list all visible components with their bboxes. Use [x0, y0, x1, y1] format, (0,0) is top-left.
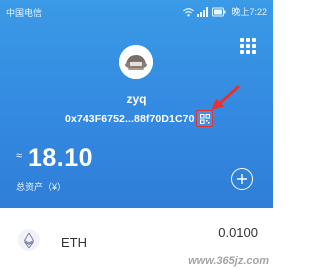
- qr-code-icon: [199, 113, 210, 124]
- qr-code-button[interactable]: [196, 110, 213, 127]
- approx-sign: ≈: [16, 150, 23, 162]
- wifi-icon: [183, 7, 195, 16]
- plus-icon: [237, 174, 247, 184]
- ethereum-icon: [18, 229, 40, 251]
- avatar-image: [119, 45, 153, 79]
- avatar[interactable]: [119, 45, 153, 79]
- total-assets-label: 总资产（¥）: [16, 182, 67, 192]
- grid-menu-icon[interactable]: [240, 38, 256, 54]
- status-bar: 中国电信 晚上7:22: [0, 0, 273, 22]
- add-asset-button[interactable]: [231, 168, 253, 190]
- annotation-arrow-icon: [211, 85, 240, 110]
- signal-icon: [197, 6, 209, 17]
- asset-amount: 0.0100: [218, 225, 258, 240]
- carrier-name: 中国电信: [6, 8, 43, 18]
- total-balance: 18.10: [28, 144, 94, 172]
- wallet-address-row[interactable]: 0x743F6752...88f70D1C70: [65, 111, 195, 127]
- wallet-header: 中国电信 晚上7:22 zyq 0x743F6752...88f70D1C70 …: [0, 0, 273, 208]
- watermark: www.365jz.com: [188, 255, 269, 267]
- wallet-address: 0x743F6752...88f70D1C70: [65, 113, 195, 125]
- battery-icon: [212, 7, 226, 16]
- clock: 晚上7:22: [231, 7, 267, 17]
- asset-symbol: ETH: [61, 235, 87, 250]
- status-indicators: 晚上7:22: [183, 5, 267, 18]
